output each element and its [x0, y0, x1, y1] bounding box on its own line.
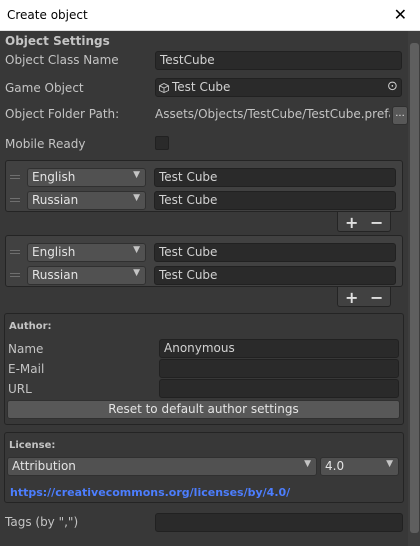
localized-name-input[interactable]: Test Cube [154, 191, 396, 210]
add-element-button[interactable]: + [345, 290, 358, 306]
object-settings-header: Object Settings [5, 34, 110, 48]
drag-handle-icon[interactable] [10, 271, 20, 279]
author-url-input[interactable] [159, 379, 399, 398]
object-class-name-input[interactable]: TestCube [155, 51, 402, 70]
window-titlebar: Create object ✕ [0, 0, 420, 31]
tags-input[interactable] [155, 513, 403, 532]
license-version-dropdown[interactable]: 4.0 ▼ [320, 457, 399, 476]
mobile-ready-checkbox[interactable] [155, 136, 169, 150]
language-dropdown[interactable]: English ▼ [27, 243, 146, 262]
window-title: Create object [7, 8, 88, 22]
license-header: License: [9, 440, 56, 451]
chevron-down-icon: ▼ [133, 268, 140, 278]
object-picker-icon[interactable]: ⊙ [387, 79, 398, 94]
close-icon[interactable]: ✕ [394, 5, 407, 24]
localized-name-input[interactable]: Test Cube [154, 266, 396, 285]
drag-handle-icon[interactable] [10, 248, 20, 256]
author-url-label: URL [8, 382, 32, 396]
author-email-label: E-Mail [8, 362, 45, 376]
language-dropdown[interactable]: English ▼ [27, 168, 146, 187]
language-dropdown[interactable]: Russian ▼ [27, 266, 146, 285]
game-object-field[interactable]: Test Cube [155, 78, 402, 97]
drag-handle-icon[interactable] [10, 196, 20, 204]
chevron-down-icon: ▼ [133, 245, 140, 255]
license-link[interactable]: https://creativecommons.org/licenses/by/… [10, 486, 290, 499]
chevron-down-icon: ▼ [133, 170, 140, 180]
localized-name-input[interactable]: Test Cube [154, 168, 396, 187]
game-object-value: Test Cube [172, 80, 231, 94]
mobile-ready-label: Mobile Ready [5, 137, 86, 151]
author-name-input[interactable]: Anonymous [159, 339, 399, 358]
remove-element-button[interactable]: − [370, 290, 383, 306]
browse-folder-button[interactable]: ... [392, 106, 408, 125]
object-folder-path-value: Assets/Objects/TestCube/TestCube.prefab [155, 107, 390, 121]
reset-author-settings-button[interactable]: Reset to default author settings [7, 400, 400, 419]
chevron-down-icon: ▼ [386, 459, 393, 469]
chevron-down-icon: ▼ [304, 459, 311, 469]
remove-element-button[interactable]: − [370, 215, 383, 231]
language-dropdown[interactable]: Russian ▼ [27, 191, 146, 210]
add-element-button[interactable]: + [345, 215, 358, 231]
tags-label: Tags (by ",") [5, 515, 79, 529]
license-type-dropdown[interactable]: Attribution ▼ [7, 457, 317, 476]
author-name-label: Name [8, 342, 44, 356]
game-object-label: Game Object [5, 81, 84, 95]
chevron-down-icon: ▼ [133, 193, 140, 203]
cube-icon [159, 83, 169, 93]
author-email-input[interactable] [159, 359, 399, 378]
object-folder-path-label: Object Folder Path: [5, 107, 120, 121]
object-class-name-label: Object Class Name [5, 53, 119, 67]
author-header: Author: [9, 321, 52, 332]
drag-handle-icon[interactable] [10, 173, 20, 181]
localized-name-input[interactable]: Test Cube [154, 243, 396, 262]
scrollbar-thumb[interactable] [410, 43, 419, 533]
